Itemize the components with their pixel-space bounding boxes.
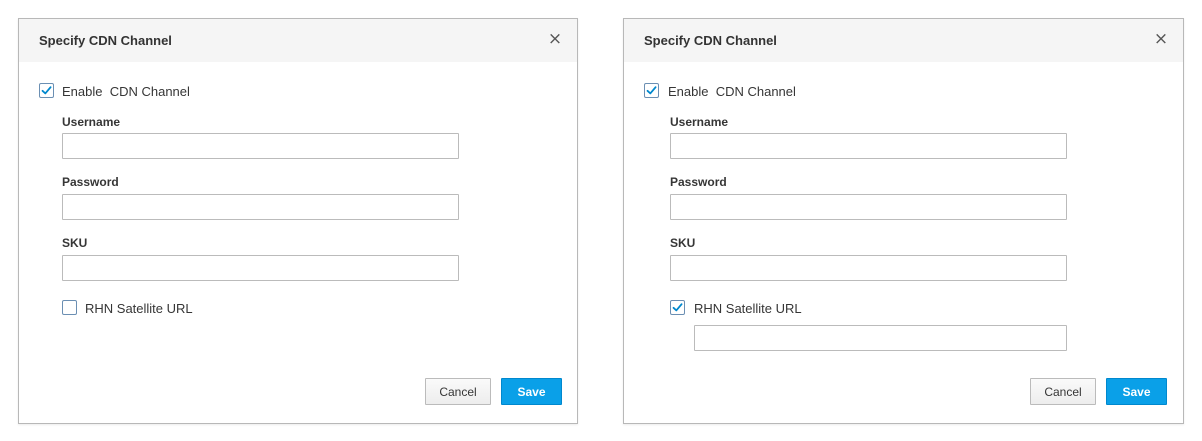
- dialog-title: Specify CDN Channel: [39, 33, 172, 48]
- dialog-header: Specify CDN Channel ×: [19, 19, 577, 62]
- rhn-satellite-label: RHN Satellite URL: [694, 301, 802, 316]
- rhn-satellite-checkbox[interactable]: [62, 300, 77, 315]
- password-input[interactable]: [62, 194, 459, 220]
- sku-input[interactable]: [670, 255, 1067, 281]
- checkmark-icon: [672, 303, 683, 312]
- rhn-satellite-url-input[interactable]: [694, 325, 1067, 351]
- enable-cdn-label: Enable CDN Channel: [62, 84, 190, 99]
- close-icon[interactable]: ×: [547, 30, 563, 48]
- enable-cdn-checkbox[interactable]: [644, 83, 659, 98]
- dialog-title: Specify CDN Channel: [644, 33, 777, 48]
- rhn-satellite-label: RHN Satellite URL: [85, 301, 193, 316]
- cdn-channel-dialog: Specify CDN Channel × Enable CDN Channel…: [18, 18, 578, 424]
- password-input[interactable]: [670, 194, 1067, 220]
- sku-input[interactable]: [62, 255, 459, 281]
- cancel-button[interactable]: Cancel: [425, 378, 491, 405]
- cdn-channel-dialog: Specify CDN Channel × Enable CDN Channel…: [623, 18, 1184, 424]
- save-button[interactable]: Save: [1106, 378, 1167, 405]
- sku-label: SKU: [670, 236, 696, 250]
- checkmark-icon: [41, 86, 52, 95]
- username-label: Username: [670, 115, 729, 129]
- save-button[interactable]: Save: [501, 378, 562, 405]
- cancel-button[interactable]: Cancel: [1030, 378, 1096, 405]
- rhn-satellite-checkbox[interactable]: [670, 300, 685, 315]
- sku-label: SKU: [62, 236, 88, 250]
- dialog-header: Specify CDN Channel ×: [624, 19, 1183, 62]
- username-input[interactable]: [62, 133, 459, 159]
- username-label: Username: [62, 115, 121, 129]
- password-label: Password: [670, 175, 727, 189]
- enable-cdn-label: Enable CDN Channel: [668, 84, 796, 99]
- close-icon[interactable]: ×: [1153, 30, 1169, 48]
- password-label: Password: [62, 175, 119, 189]
- username-input[interactable]: [670, 133, 1067, 159]
- checkmark-icon: [646, 86, 657, 95]
- enable-cdn-checkbox[interactable]: [39, 83, 54, 98]
